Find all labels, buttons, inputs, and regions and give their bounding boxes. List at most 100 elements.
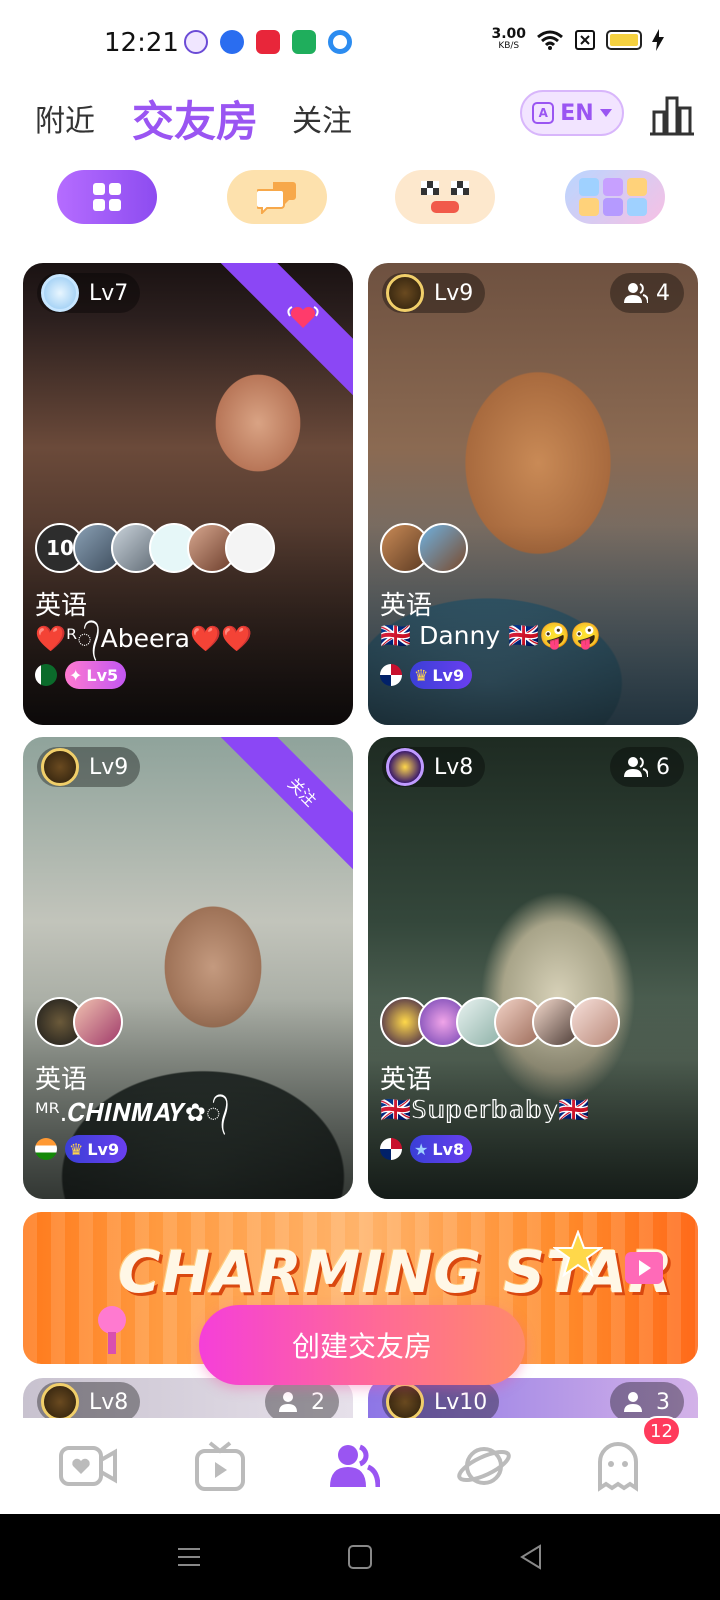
top-nav: 附近 交友房 关注 A EN	[0, 88, 720, 152]
create-room-button[interactable]: 创建交友房	[199, 1305, 525, 1385]
category-chips	[0, 170, 720, 226]
room-level: Lv8	[382, 747, 486, 787]
room-card[interactable]: Lv7 10 英语 ❤️ᴿ᭄Abeera❤️❤️ ✦ Lv5	[23, 263, 353, 725]
room-level: Lv9	[37, 747, 141, 787]
avatar	[225, 523, 275, 573]
people-icon	[330, 1444, 380, 1488]
people-icon	[624, 1392, 642, 1412]
member-avatars: 10	[35, 523, 275, 573]
status-time: 12:21	[104, 28, 179, 58]
uk-flag-icon	[380, 1138, 402, 1160]
host-level-badge: ♛ Lv9	[65, 1135, 128, 1163]
menu-icon[interactable]	[174, 1542, 204, 1572]
room-name: ᴹᴿ.𝑪𝑯𝑰𝑵𝑴𝑨𝒀✿᭄	[35, 1098, 230, 1127]
member-count: 3	[610, 1382, 684, 1422]
wifi-icon	[537, 30, 563, 50]
room-level: Lv10	[382, 1382, 500, 1422]
room-language: 英语	[380, 591, 433, 621]
india-flag-icon	[35, 1138, 57, 1160]
chip-all[interactable]	[57, 170, 157, 224]
grid-icon	[93, 183, 121, 211]
uk-flag-icon	[380, 664, 402, 686]
room-name: 🇬🇧𝕊𝕦𝕡𝕖𝕣𝕓𝕒𝕓𝕪🇬🇧	[380, 1095, 590, 1124]
chip-chat[interactable]	[227, 170, 327, 224]
number-puzzle-icon	[579, 178, 647, 216]
net-speed: 3.00 KB/S	[491, 26, 526, 51]
room-name: 🇬🇧 Danny 🇬🇧🤪🤪	[380, 621, 602, 650]
tab-nearby[interactable]: 附近	[35, 96, 95, 140]
room-language: 英语	[35, 1065, 88, 1095]
avatar	[73, 997, 123, 1047]
pakistan-flag-icon	[35, 664, 57, 686]
racing-flags-icon	[421, 181, 469, 213]
language-selector[interactable]: A EN	[520, 90, 624, 136]
chip-racing[interactable]	[395, 170, 495, 224]
video-call-icon	[59, 1446, 117, 1486]
host-info: ♛ Lv9	[380, 661, 473, 689]
nav-explore[interactable]	[454, 1436, 514, 1496]
level-frame-icon	[386, 748, 424, 786]
video-app-icon	[256, 30, 280, 54]
follow-ribbon: 关注	[218, 737, 353, 876]
room-level: Lv8	[37, 1382, 141, 1422]
app-screen: 12:21 3.00 KB/S 附近 交友房 关注 A EN Lv7 10 英语…	[0, 0, 720, 1600]
level-frame-icon	[386, 1383, 424, 1421]
nav-video-call[interactable]	[58, 1436, 118, 1496]
level-frame-icon	[41, 748, 79, 786]
star-trophy-icon	[553, 1230, 603, 1278]
tab-party-rooms[interactable]: 交友房	[132, 88, 258, 149]
member-avatars	[380, 523, 468, 573]
nav-tv[interactable]	[190, 1436, 250, 1496]
tab-following[interactable]: 关注	[292, 96, 352, 140]
chat-bubbles-icon	[257, 182, 296, 214]
host-info: ✦ Lv5	[35, 661, 127, 689]
room-level: Lv7	[37, 273, 141, 313]
shield-app-icon	[292, 30, 316, 54]
battery-icon	[606, 30, 642, 50]
member-count: 2	[265, 1382, 339, 1422]
messages-badge: 12	[642, 1416, 681, 1446]
system-nav-bar	[0, 1514, 720, 1600]
bottom-nav: 12	[0, 1416, 720, 1514]
planet-icon	[457, 1447, 511, 1485]
charging-icon	[652, 29, 664, 51]
microphone-icon	[98, 1306, 126, 1354]
room-language: 英语	[35, 591, 88, 621]
nav-party-rooms[interactable]	[324, 1436, 384, 1496]
sim-icon	[575, 30, 595, 50]
star-icon: ★	[414, 1139, 429, 1159]
people-icon	[624, 757, 648, 778]
ranking-icon[interactable]	[650, 94, 694, 136]
tv-icon	[195, 1441, 245, 1491]
host-level-badge: ♛ Lv9	[410, 661, 473, 689]
corner-ribbon	[218, 263, 353, 402]
room-language: 英语	[380, 1065, 433, 1095]
home-icon[interactable]	[345, 1542, 375, 1572]
back-icon[interactable]	[516, 1542, 546, 1572]
host-info: ♛ Lv9	[35, 1135, 128, 1163]
room-card[interactable]: Lv9 4 英语 🇬🇧 Danny 🇬🇧🤪🤪 ♛ Lv9	[368, 263, 698, 725]
level-frame-icon	[386, 274, 424, 312]
crown-icon: ♛	[414, 665, 429, 685]
room-level: Lv9	[382, 273, 486, 313]
member-count: 4	[610, 273, 684, 313]
people-icon	[279, 1392, 297, 1412]
room-name: ❤️ᴿ᭄Abeera❤️❤️	[35, 624, 253, 653]
baidu-icon	[220, 30, 244, 54]
host-info: ★ Lv8	[380, 1135, 473, 1163]
caret-down-icon	[599, 109, 612, 117]
host-level-badge: ✦ Lv5	[65, 661, 127, 689]
avatar	[418, 523, 468, 573]
room-card[interactable]: Lv8 6 英语 🇬🇧𝕊𝕦𝕡𝕖𝕣𝕓𝕒𝕓𝕪🇬🇧 ★ Lv8	[368, 737, 698, 1199]
status-app-icons	[184, 30, 352, 54]
translate-icon: A	[532, 102, 555, 124]
chip-number-game[interactable]	[565, 170, 665, 224]
status-right: 3.00 KB/S	[491, 26, 664, 52]
room-card[interactable]: Lv9 关注 英语 ᴹᴿ.𝑪𝑯𝑰𝑵𝑴𝑨𝒀✿᭄ ♛ Lv9	[23, 737, 353, 1199]
sparkle-icon: ✦	[69, 665, 83, 685]
avatar	[570, 997, 620, 1047]
nav-messages[interactable]	[588, 1436, 648, 1496]
chat-app-icon	[328, 30, 352, 54]
member-avatars	[380, 997, 620, 1047]
language-label: EN	[560, 100, 594, 126]
